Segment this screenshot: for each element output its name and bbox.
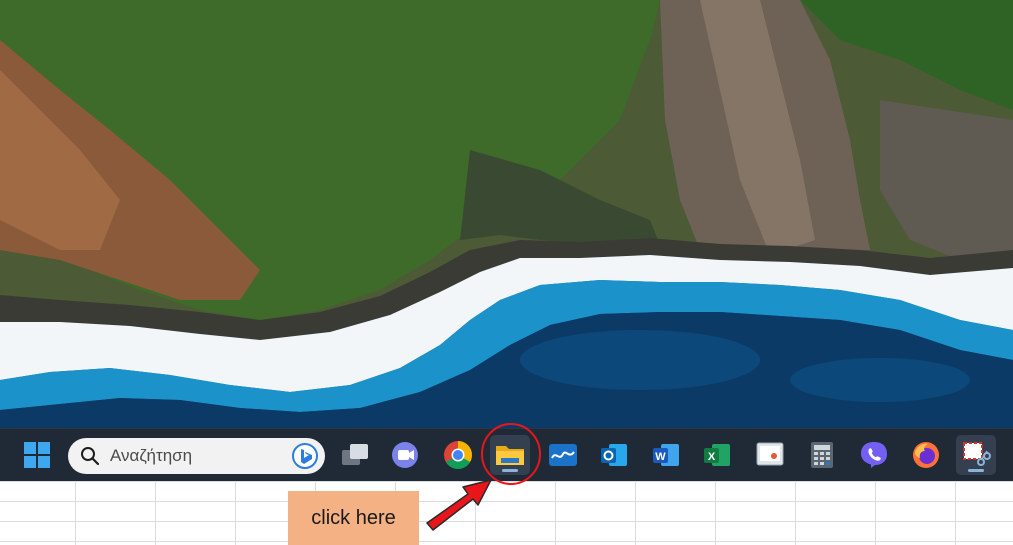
taskbar: Αναζήτηση W X [0,428,1013,481]
remote-desktop-button[interactable] [750,435,790,475]
viber-button[interactable] [854,435,894,475]
start-icon [24,442,50,468]
spreadsheet-grid [0,481,1013,545]
firefox-icon [913,442,939,468]
outlook-icon [601,444,627,466]
chrome-button[interactable] [438,435,478,475]
task-view-icon [342,444,368,465]
search-placeholder: Αναζήτηση [110,446,193,465]
desktop-wallpaper [0,0,1013,428]
calculator-button[interactable] [802,435,842,475]
instruction-callout: click here [288,491,419,545]
file-explorer-icon [496,446,524,465]
outlook-button[interactable] [594,435,634,475]
word-button[interactable]: W [646,435,686,475]
word-icon: W [653,444,679,466]
active-indicator [502,469,518,472]
firefox-button[interactable] [906,435,946,475]
search-icon [81,447,100,466]
svg-text:X: X [708,451,716,463]
remote-desktop-icon [756,442,784,466]
bing-icon[interactable] [291,442,319,470]
svg-text:W: W [655,451,666,463]
chrome-icon [444,441,472,469]
teams-chat-icon [392,442,418,468]
viber-icon [861,442,887,468]
excel-icon: X [704,444,730,466]
file-explorer-button[interactable] [490,435,530,475]
teams-chat-button[interactable] [385,435,425,475]
taskbar-search-box[interactable]: Αναζήτηση [68,438,325,474]
whiteboard-button[interactable] [543,435,583,475]
task-view-button[interactable] [335,435,375,475]
excel-button[interactable]: X [697,435,737,475]
active-indicator [968,469,984,472]
snipping-tool-icon [963,442,991,466]
whiteboard-icon [549,444,577,466]
snipping-tool-button[interactable] [956,435,996,475]
calculator-icon [811,442,833,468]
callout-label: click here [311,506,396,529]
start-button[interactable] [17,435,57,475]
